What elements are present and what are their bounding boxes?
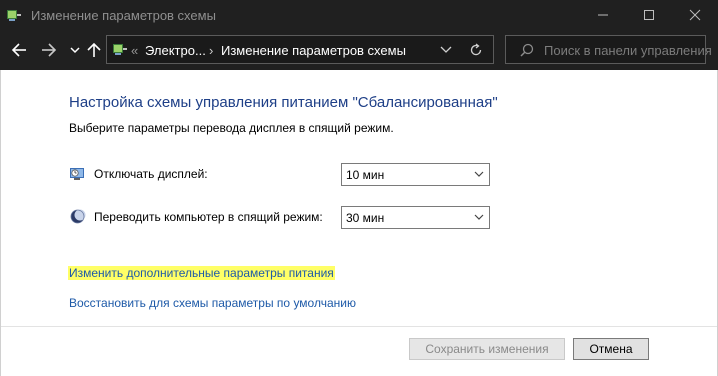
- advanced-settings-link[interactable]: Изменить дополнительные параметры питани…: [68, 266, 335, 280]
- display-off-select[interactable]: 10 мин: [341, 163, 490, 186]
- title-bar: Изменение параметров схемы: [0, 0, 718, 30]
- breadcrumb-item[interactable]: Электро...: [145, 43, 206, 58]
- power-options-icon: [7, 10, 21, 21]
- back-button[interactable]: [9, 40, 29, 60]
- maximize-icon: [644, 10, 654, 20]
- maximize-button[interactable]: [626, 0, 672, 30]
- page-subtitle: Выберите параметры перевода дисплея в сп…: [69, 121, 394, 135]
- breadcrumb-item[interactable]: Изменение параметров схемы: [221, 43, 406, 58]
- up-button[interactable]: [84, 40, 104, 60]
- sleep-value: 30 мин: [346, 211, 385, 225]
- refresh-icon[interactable]: [469, 43, 483, 57]
- display-off-value: 10 мин: [346, 168, 385, 182]
- control-panel-icon: [113, 44, 127, 55]
- window-title: Изменение параметров схемы: [31, 8, 216, 23]
- cancel-button[interactable]: Отмена: [573, 338, 649, 360]
- sleep-label: Переводить компьютер в спящий режим:: [94, 210, 323, 224]
- close-button[interactable]: [672, 0, 718, 30]
- search-icon: [520, 43, 534, 57]
- close-icon: [689, 9, 701, 21]
- address-bar[interactable]: « Электро... › Изменение параметров схем…: [106, 35, 494, 64]
- restore-defaults-link[interactable]: Восстановить для схемы параметры по умол…: [69, 296, 356, 310]
- chevron-down-icon: [70, 47, 80, 54]
- chevron-down-icon: [474, 171, 484, 177]
- monitor-clock-icon: [70, 168, 84, 180]
- forward-button[interactable]: [39, 40, 59, 60]
- main-content: Настройка схемы управления питанием "Сба…: [0, 70, 718, 376]
- save-changes-button[interactable]: Сохранить изменения: [409, 338, 565, 360]
- arrow-up-icon: [87, 42, 101, 57]
- recent-locations-button[interactable]: [65, 40, 85, 60]
- breadcrumb-separator[interactable]: ›: [209, 43, 213, 58]
- moon-icon: [70, 209, 86, 224]
- search-placeholder: Поиск в панели управления: [544, 43, 712, 58]
- arrow-right-icon: [42, 43, 57, 57]
- address-overflow[interactable]: «: [131, 43, 138, 58]
- page-heading: Настройка схемы управления питанием "Сба…: [69, 94, 498, 111]
- display-off-label: Отключать дисплей:: [94, 167, 208, 181]
- minimize-icon: [598, 14, 608, 16]
- chevron-down-icon[interactable]: [440, 45, 452, 55]
- footer-divider: [1, 326, 717, 327]
- minimize-button[interactable]: [580, 0, 626, 30]
- chevron-down-icon: [474, 214, 484, 220]
- sleep-select[interactable]: 30 мин: [341, 206, 490, 229]
- arrow-left-icon: [11, 43, 26, 57]
- search-box[interactable]: Поиск в панели управления: [505, 35, 712, 64]
